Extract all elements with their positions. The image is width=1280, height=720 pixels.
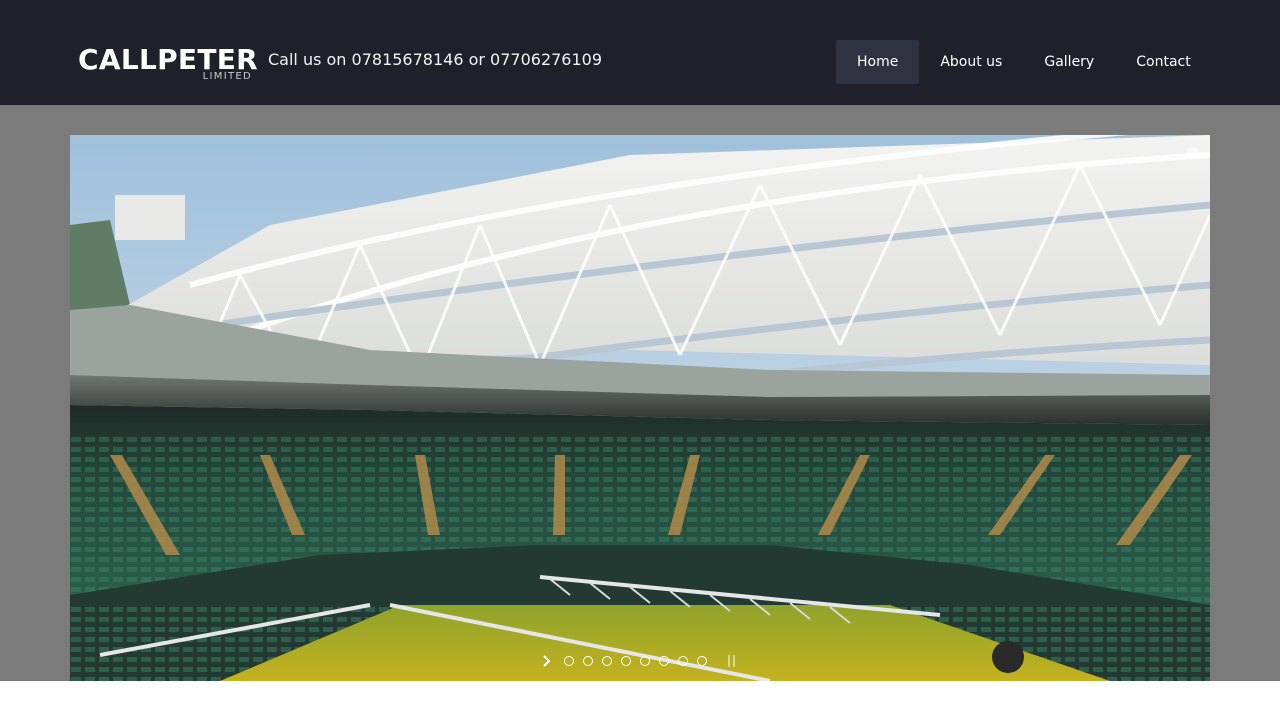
logo-subtext: LIMITED [202,71,252,82]
slider-controls [540,654,738,668]
nav-contact[interactable]: Contact [1115,40,1211,84]
slider-pager-dot-1[interactable] [564,656,574,666]
slider-pager-dot-8[interactable] [697,656,707,666]
image-slider[interactable] [70,135,1210,681]
slider-pager-dot-5[interactable] [640,656,650,666]
slider-pager-dot-4[interactable] [621,656,631,666]
slider-pager-dot-6[interactable] [659,656,669,666]
stadium-photo [70,135,1210,681]
slider-pager-dot-2[interactable] [583,656,593,666]
nav-gallery[interactable]: Gallery [1023,40,1115,84]
site-header: CALLPETER LIMITED Call us on 07815678146… [0,0,1280,105]
nav-home[interactable]: Home [836,40,920,84]
chevron-right-icon[interactable] [540,654,554,668]
slide-timer-indicator [1187,148,1198,159]
nav-about-us[interactable]: About us [919,40,1023,84]
slider-pager-dot-3[interactable] [602,656,612,666]
phone-numbers: Call us on 07815678146 or 07706276109 [268,50,603,69]
main-nav: Home About us Gallery Contact [836,40,1212,84]
slider-pager-dot-7[interactable] [678,656,688,666]
callpeter-logo[interactable]: CALLPETER LIMITED [78,44,258,86]
pause-icon[interactable] [728,655,738,667]
